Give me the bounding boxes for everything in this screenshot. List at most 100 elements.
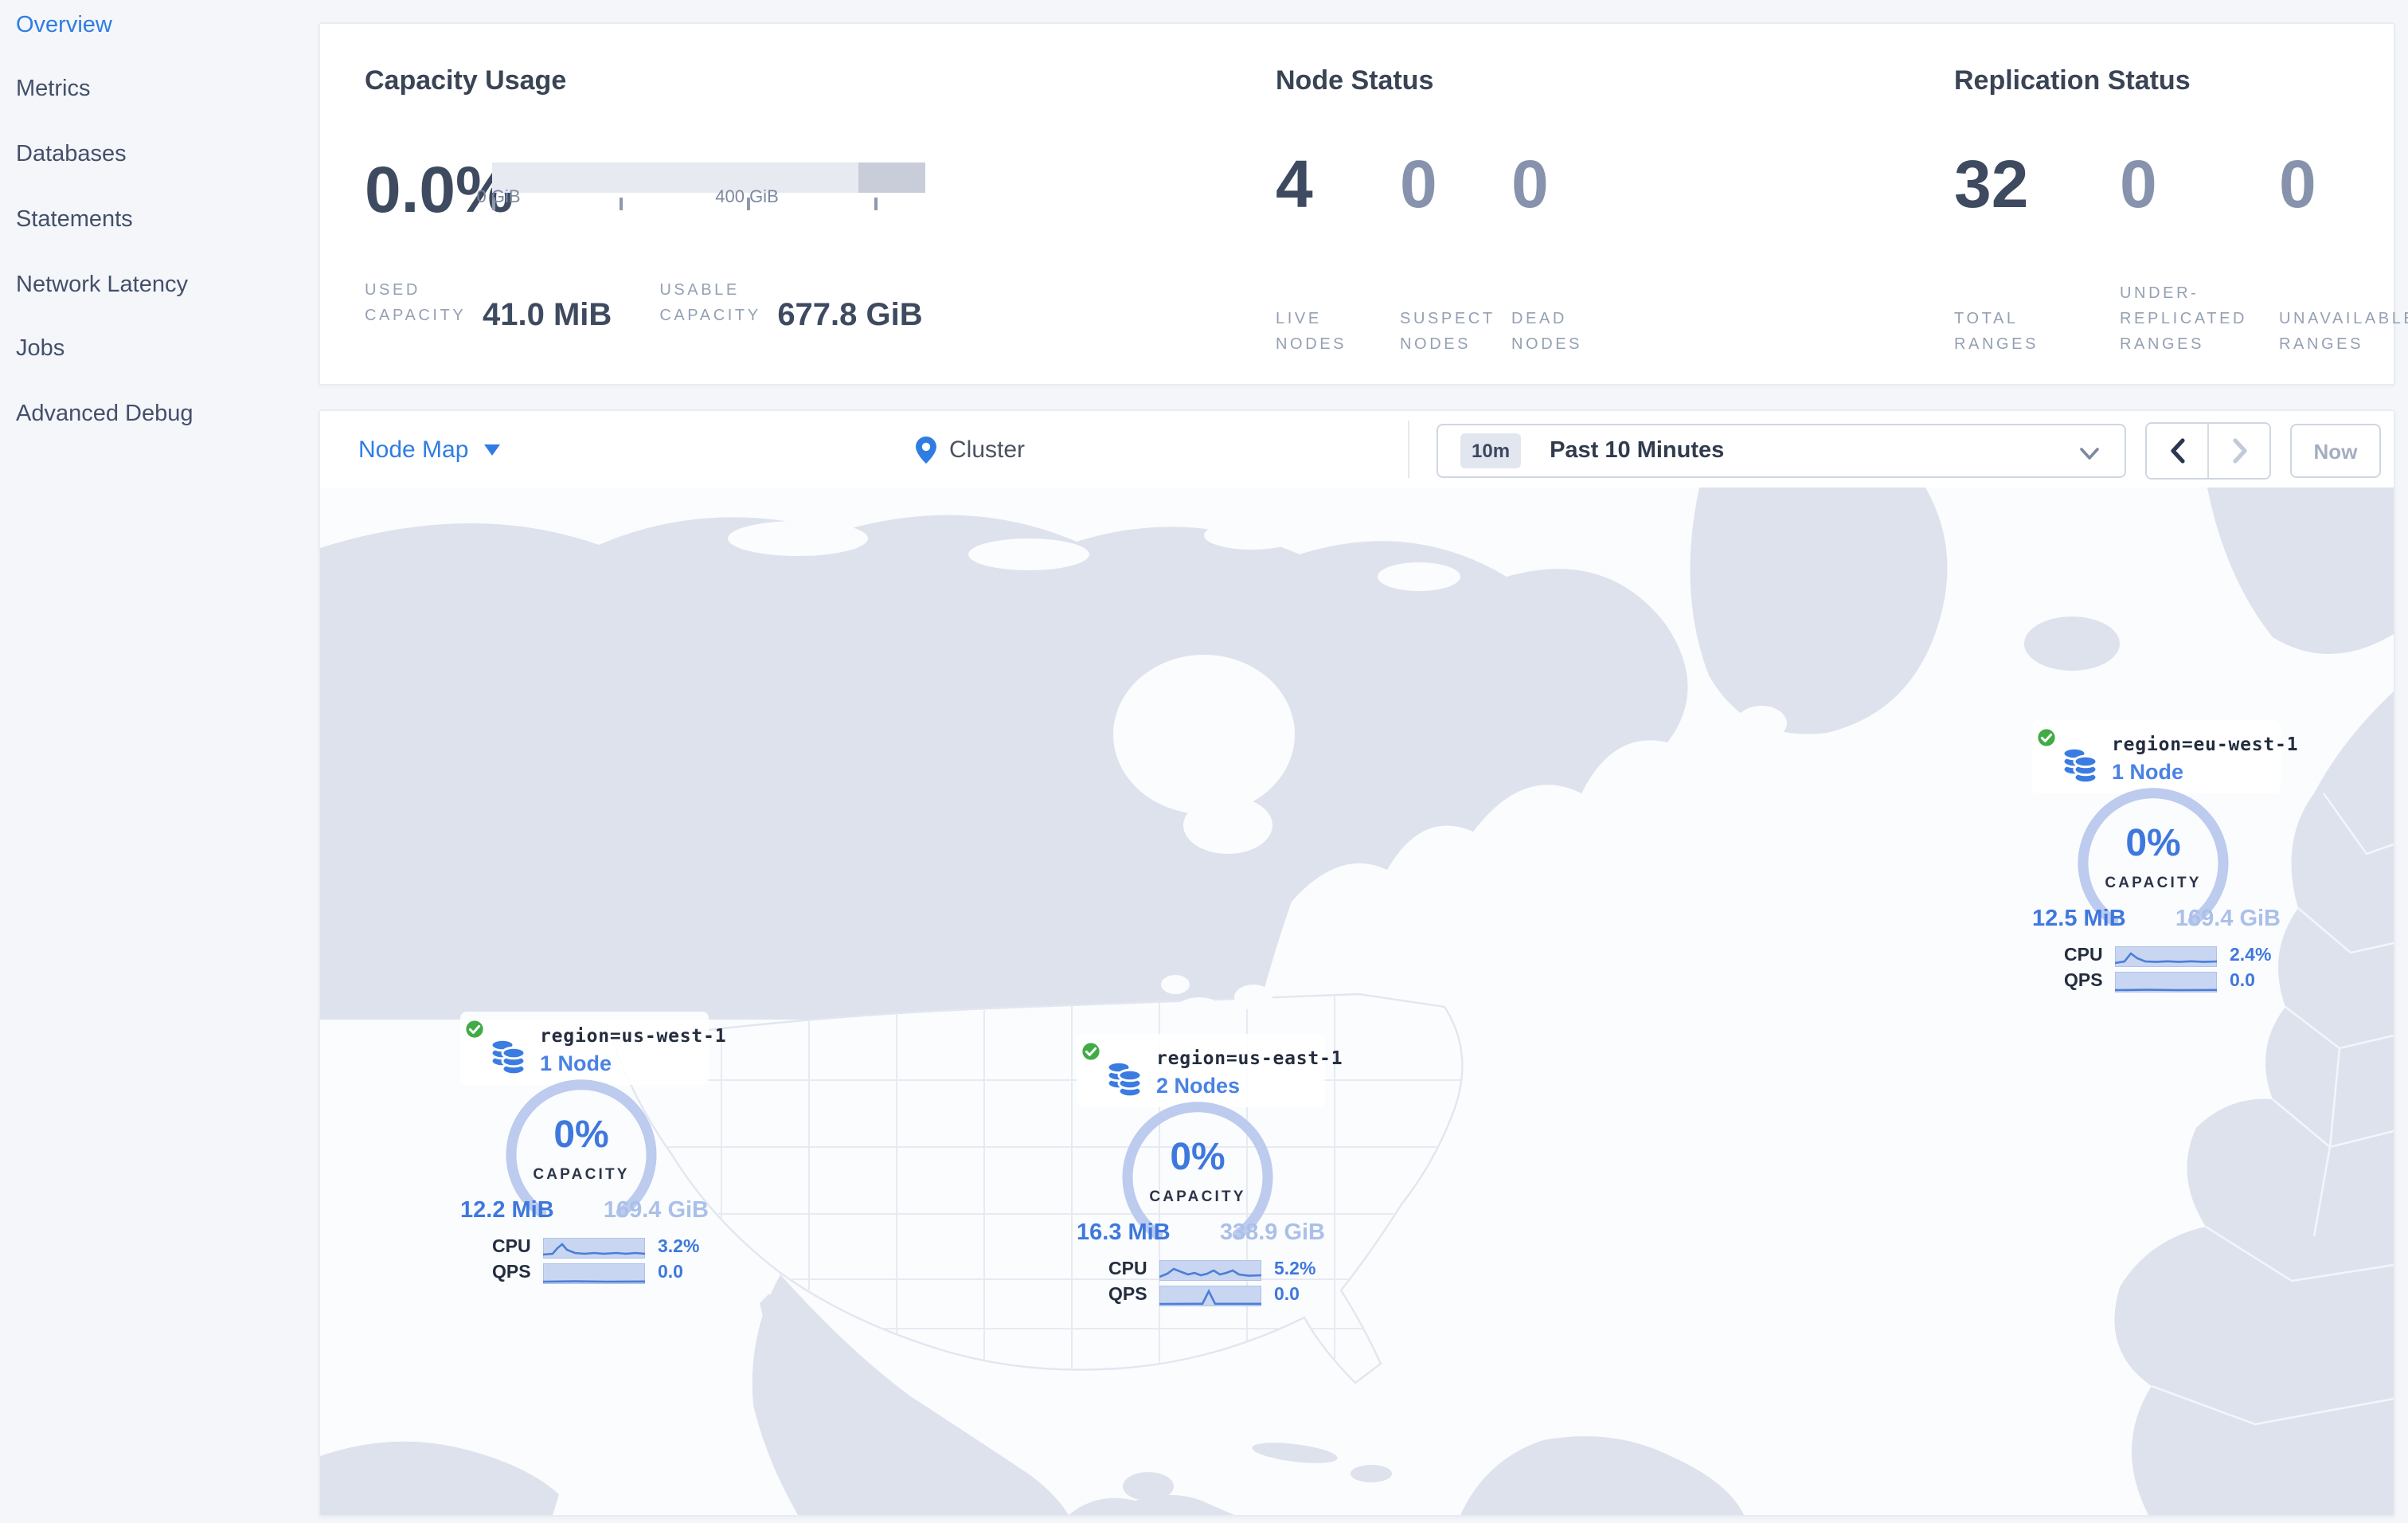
region-marker-eu-west-1[interactable]: region=eu-west-1 1 Node 0% CAPACITY 12.5…	[2023, 720, 2298, 1004]
region-name: region=eu-west-1	[2112, 733, 2299, 755]
app-viewport: Overview Metrics Databases Statements Ne…	[0, 0, 2408, 1523]
gauge-percent: 0%	[2125, 822, 2181, 865]
qps-sparkline	[543, 1263, 645, 1283]
total-capacity: 169.4 GiB	[2175, 906, 2281, 932]
capacity-bar-track	[492, 162, 925, 193]
qps-label: QPS	[2064, 972, 2103, 991]
chevron-right-icon	[2232, 438, 2246, 464]
time-prev-button[interactable]	[2147, 424, 2207, 478]
caret-down-icon	[484, 444, 501, 455]
total-capacity: 338.9 GiB	[1219, 1220, 1325, 1246]
used-capacity: 16.3 MiB	[1077, 1220, 1171, 1246]
capacity-usage-panel: Capacity Usage 0.0% 0 GiB 400 GiB USED C…	[365, 24, 970, 384]
qps-value: 0.0	[658, 1263, 683, 1282]
replication-status-title: Replication Status	[1954, 65, 2191, 96]
region-node-count[interactable]: 1 Node	[540, 1050, 726, 1077]
qps-value: 0.0	[2230, 972, 2255, 991]
sidebar-item-network-latency[interactable]: Network Latency	[16, 272, 188, 304]
view-selector-label: Node Map	[358, 436, 469, 463]
node-status-title: Node Status	[1276, 65, 1434, 96]
time-pager	[2145, 422, 2271, 480]
suspect-nodes-value: 0	[1400, 147, 1437, 221]
database-stack-icon	[2062, 746, 2098, 785]
qps-sparkline	[2115, 971, 2217, 992]
replication-status-panel: Replication Status 32 0 0 TOTAL RANGES U…	[1954, 24, 2408, 384]
cpu-value: 2.4%	[2230, 946, 2272, 965]
node-map-card: Node Map Cluster 10m Past 10 Minutes Now…	[319, 409, 2395, 1517]
region-node-count[interactable]: 2 Nodes	[1156, 1072, 1343, 1099]
cpu-value: 5.2%	[1274, 1260, 1316, 1279]
node-map-view: region=us-west-1 1 Node 0% CAPACITY 12.2…	[320, 487, 2394, 1515]
capacity-axis-ticks	[492, 193, 925, 212]
sidebar-item-advanced-debug[interactable]: Advanced Debug	[16, 401, 194, 433]
region-marker-us-east-1[interactable]: region=us-east-1 2 Nodes 0% CAPACITY 16.…	[1067, 1034, 1343, 1317]
cluster-summary-card: Capacity Usage 0.0% 0 GiB 400 GiB USED C…	[319, 22, 2408, 386]
gauge-percent: 0%	[553, 1114, 609, 1157]
dead-nodes-label: DEAD NODES	[1511, 311, 1583, 354]
sidebar-nav: Overview Metrics Databases Statements Ne…	[0, 0, 319, 1523]
database-stack-icon	[1106, 1060, 1143, 1098]
cpu-sparkline	[1159, 1259, 1261, 1280]
toolbar-divider	[1408, 421, 1409, 478]
capacity-axis-label-0: 0 GiB	[476, 188, 521, 207]
location-pin-icon	[916, 436, 936, 463]
time-range-label: Past 10 Minutes	[1550, 438, 1725, 464]
now-button[interactable]: Now	[2290, 424, 2381, 478]
database-stack-icon	[490, 1038, 526, 1076]
cpu-sparkline	[543, 1237, 645, 1258]
healthy-check-icon	[463, 1018, 486, 1040]
qps-label: QPS	[1108, 1286, 1147, 1305]
live-nodes-label: LIVE NODES	[1276, 311, 1347, 354]
cpu-label: CPU	[1108, 1260, 1147, 1279]
view-selector-dropdown[interactable]: Node Map	[349, 411, 510, 487]
unavailable-ranges-label: UNAVAILABLE RANGES	[2279, 311, 2408, 354]
qps-label: QPS	[492, 1263, 531, 1282]
cpu-sparkline	[2115, 946, 2217, 966]
total-ranges-value: 32	[1954, 147, 2029, 221]
sidebar-item-databases[interactable]: Databases	[16, 142, 127, 174]
usable-capacity-label: USABLE CAPACITY	[659, 282, 761, 325]
cpu-label: CPU	[2064, 946, 2103, 965]
gauge-percent: 0%	[1170, 1136, 1226, 1179]
map-toolbar: Node Map Cluster 10m Past 10 Minutes Now	[320, 411, 2394, 489]
capacity-axis-label-400: 400 GiB	[715, 188, 779, 207]
healthy-check-icon	[2035, 726, 2058, 749]
breadcrumb[interactable]: Cluster	[916, 411, 1025, 487]
live-nodes-value: 4	[1276, 147, 1313, 221]
sidebar-item-overview[interactable]: Overview	[16, 13, 112, 45]
node-status-panel: Node Status 4 0 0 LIVE NODES SUSPECT NOD…	[1276, 24, 1753, 384]
gauge-capacity-label: CAPACITY	[2105, 875, 2202, 892]
healthy-check-icon	[1080, 1040, 1102, 1063]
capacity-bar-chart: 0 GiB 400 GiB	[476, 162, 925, 212]
cpu-label: CPU	[492, 1238, 531, 1257]
suspect-nodes-label: SUSPECT NODES	[1400, 311, 1495, 354]
sidebar-item-jobs[interactable]: Jobs	[16, 336, 64, 368]
under-replicated-ranges-label: UNDER-REPLICATED RANGES	[2120, 285, 2248, 354]
breadcrumb-label: Cluster	[949, 436, 1026, 463]
used-capacity-value: 41.0 MiB	[483, 298, 612, 333]
total-capacity: 169.4 GiB	[603, 1198, 709, 1223]
unavailable-ranges-value: 0	[2279, 147, 2316, 221]
sidebar-item-metrics[interactable]: Metrics	[16, 76, 90, 108]
chevron-down-icon	[2080, 448, 2099, 460]
region-node-count[interactable]: 1 Node	[2112, 758, 2298, 785]
capacity-usage-title: Capacity Usage	[365, 65, 567, 96]
capacity-metrics: USED CAPACITY 41.0 MiB USABLE CAPACITY 6…	[365, 279, 923, 333]
qps-value: 0.0	[1274, 1286, 1300, 1305]
capacity-bar-used-segment	[858, 162, 925, 193]
gauge-capacity-label: CAPACITY	[1149, 1188, 1246, 1206]
region-marker-us-west-1[interactable]: region=us-west-1 1 Node 0% CAPACITY 12.2…	[451, 1012, 726, 1295]
used-capacity-label: USED CAPACITY	[365, 282, 467, 325]
total-ranges-label: TOTAL RANGES	[1954, 311, 2039, 354]
time-range-dropdown[interactable]: 10m Past 10 Minutes	[1437, 424, 2126, 478]
used-capacity: 12.2 MiB	[460, 1198, 554, 1223]
time-next-button[interactable]	[2209, 424, 2269, 478]
region-name: region=us-west-1	[540, 1024, 727, 1047]
dead-nodes-value: 0	[1511, 147, 1549, 221]
used-capacity: 12.5 MiB	[2032, 906, 2126, 932]
region-name: region=us-east-1	[1156, 1047, 1343, 1069]
sidebar-item-statements[interactable]: Statements	[16, 207, 133, 239]
chevron-left-icon	[2170, 438, 2184, 464]
under-replicated-ranges-value: 0	[2120, 147, 2157, 221]
gauge-capacity-label: CAPACITY	[533, 1166, 630, 1184]
